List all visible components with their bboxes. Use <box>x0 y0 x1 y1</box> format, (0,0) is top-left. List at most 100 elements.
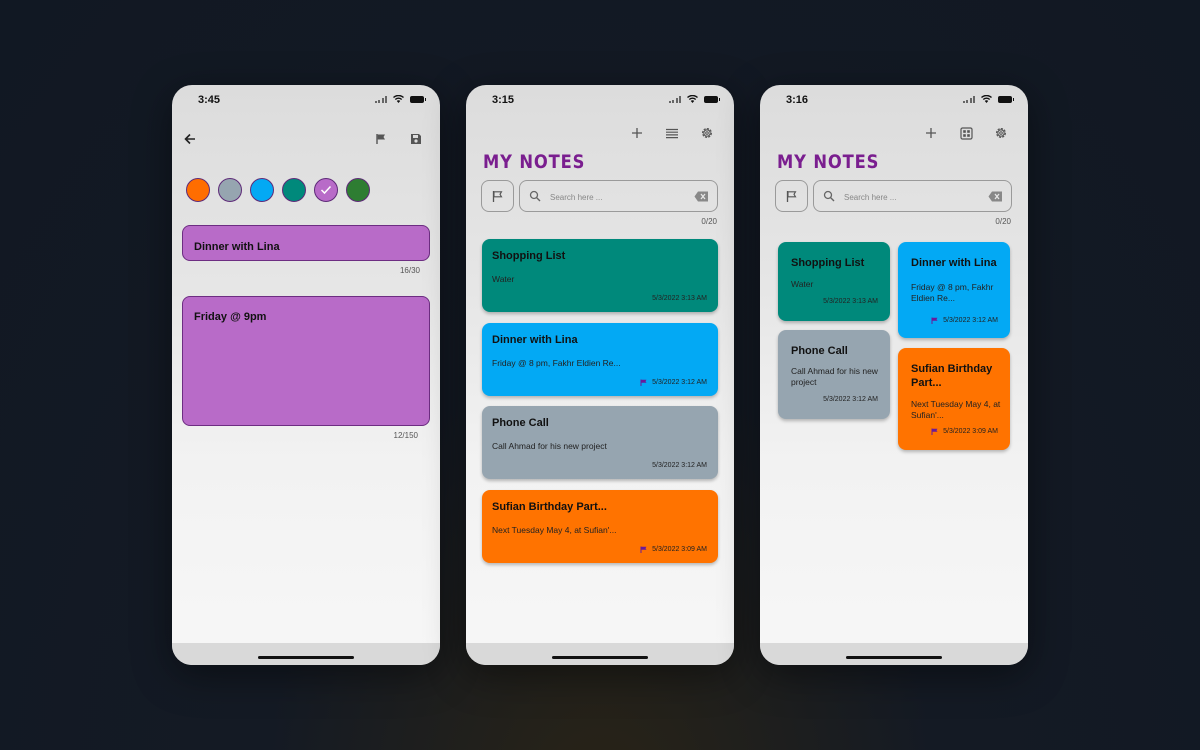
search-icon <box>529 190 541 202</box>
title-char-counter: 16/30 <box>399 266 420 275</box>
plus-icon[interactable] <box>628 124 646 142</box>
flag-icon <box>492 190 503 202</box>
note-body-value: Friday @ 9pm <box>194 311 267 323</box>
note-date-text: 5/3/2022 3:13 AM <box>823 298 878 305</box>
note-date: 5/3/2022 3:12 AM <box>823 396 878 403</box>
color-swatch-blue[interactable] <box>250 178 274 202</box>
note-card[interactable]: Sufian Birthday Part... Next Tuesday May… <box>898 348 1010 450</box>
note-body: Next Tuesday May 4, at Sufian'... <box>492 525 617 535</box>
home-indicator[interactable] <box>846 656 942 659</box>
battery-icon <box>410 95 426 103</box>
note-title-value: Dinner with Lina <box>194 241 280 253</box>
note-card[interactable]: Shopping List Water 5/3/2022 3:13 AM <box>482 239 718 312</box>
note-card[interactable]: Dinner with Lina Friday @ 8 pm, Fakhr El… <box>482 323 718 396</box>
plus-icon[interactable] <box>922 124 940 142</box>
note-body: Call Ahmad for his new project <box>791 366 878 387</box>
note-card[interactable]: Phone Call Call Ahmad for his new projec… <box>482 406 718 479</box>
note-title-field[interactable]: Dinner with Lina <box>182 225 430 261</box>
note-date: 5/3/2022 3:12 AM <box>652 462 707 469</box>
flag-icon <box>931 317 938 324</box>
battery-icon <box>704 95 720 103</box>
phone-grid-screen: 3:16 MY NOTES Search here ... 0/20 Shopp… <box>760 85 1028 665</box>
search-placeholder: Search here ... <box>844 193 897 202</box>
note-date: 5/3/2022 3:12 AM <box>931 317 998 324</box>
flag-icon <box>931 428 938 435</box>
note-title: Dinner with Lina <box>492 334 578 346</box>
note-title: Phone Call <box>791 345 848 357</box>
note-date-text: 5/3/2022 3:12 AM <box>943 317 998 324</box>
flag-icon[interactable] <box>372 130 390 148</box>
color-swatch-teal[interactable] <box>282 178 306 202</box>
search-input[interactable]: Search here ... <box>519 180 718 212</box>
status-bar: 3:15 <box>466 85 734 115</box>
note-body: Next Tuesday May 4, at Sufian'... <box>911 399 1001 420</box>
phone-list-screen: 3:15 MY NOTES Search here ... 0/20 Shopp… <box>466 85 734 665</box>
note-date-text: 5/3/2022 3:12 AM <box>652 379 707 386</box>
flag-icon <box>786 190 797 202</box>
save-icon[interactable] <box>407 130 425 148</box>
note-body: Friday @ 8 pm, Fakhr Eldien Re... <box>911 282 994 303</box>
home-bar <box>760 643 1028 665</box>
note-card[interactable]: Shopping List Water 5/3/2022 3:13 AM <box>778 242 890 321</box>
note-date-text: 5/3/2022 3:12 AM <box>652 462 707 469</box>
list-view-icon[interactable] <box>663 124 681 142</box>
note-card[interactable]: Phone Call Call Ahmad for his new projec… <box>778 330 890 419</box>
color-swatches <box>186 178 370 202</box>
note-date: 5/3/2022 3:09 AM <box>640 546 707 553</box>
note-body: Call Ahmad for his new project <box>492 441 607 451</box>
wifi-icon <box>981 95 992 103</box>
note-date-text: 5/3/2022 3:13 AM <box>652 295 707 302</box>
note-body: Friday @ 8 pm, Fakhr Eldien Re... <box>492 358 621 368</box>
home-bar <box>466 643 734 665</box>
backspace-icon[interactable] <box>988 191 1003 202</box>
note-body: Water <box>791 279 814 289</box>
note-title: Shopping List <box>492 250 566 262</box>
note-date-text: 5/3/2022 3:09 AM <box>652 546 707 553</box>
phone-editor-screen: 3:45 Dinner with Lina 16/30 Friday @ 9pm… <box>172 85 440 665</box>
back-arrow-icon[interactable] <box>181 130 199 148</box>
grid-view-icon[interactable] <box>957 124 975 142</box>
status-bar: 3:16 <box>760 85 1028 115</box>
color-swatch-gray[interactable] <box>218 178 242 202</box>
flag-icon <box>640 546 647 553</box>
status-icons <box>962 95 1014 103</box>
status-icons <box>668 95 720 103</box>
flag-filter-button[interactable] <box>481 180 514 212</box>
note-card[interactable]: Dinner with Lina Friday @ 8 pm, Fakhr El… <box>898 242 1010 338</box>
status-bar: 3:45 <box>172 85 440 115</box>
color-swatch-orange[interactable] <box>186 178 210 202</box>
search-char-counter: 0/20 <box>995 217 1011 226</box>
backspace-icon[interactable] <box>694 191 709 202</box>
color-swatch-purple[interactable] <box>314 178 338 202</box>
wifi-icon <box>393 95 404 103</box>
note-title: Sufian Birthday Part... <box>492 501 607 513</box>
check-icon <box>320 185 332 195</box>
status-time: 3:15 <box>492 94 515 106</box>
app-title: MY NOTES <box>483 151 586 173</box>
note-body: Water <box>492 274 515 284</box>
home-indicator[interactable] <box>552 656 648 659</box>
note-date: 5/3/2022 3:13 AM <box>823 298 878 305</box>
note-title: Sufian Birthday Part... <box>911 363 993 389</box>
note-date: 5/3/2022 3:09 AM <box>931 428 998 435</box>
note-title: Shopping List <box>791 257 865 269</box>
gear-icon[interactable] <box>698 124 716 142</box>
search-input[interactable]: Search here ... <box>813 180 1012 212</box>
note-title: Phone Call <box>492 417 549 429</box>
note-title: Dinner with Lina <box>911 257 997 269</box>
home-indicator[interactable] <box>258 656 354 659</box>
note-date: 5/3/2022 3:12 AM <box>640 379 707 386</box>
battery-icon <box>998 95 1014 103</box>
color-swatch-green[interactable] <box>346 178 370 202</box>
status-time: 3:16 <box>786 94 809 106</box>
body-char-counter: 12/150 <box>393 431 418 440</box>
status-icons <box>374 95 426 103</box>
signal-icon <box>668 95 681 103</box>
note-body-field[interactable]: Friday @ 9pm <box>182 296 430 426</box>
flag-icon <box>640 379 647 386</box>
flag-filter-button[interactable] <box>775 180 808 212</box>
search-icon <box>823 190 835 202</box>
note-card[interactable]: Sufian Birthday Part... Next Tuesday May… <box>482 490 718 563</box>
app-title: MY NOTES <box>777 151 880 173</box>
gear-icon[interactable] <box>992 124 1010 142</box>
